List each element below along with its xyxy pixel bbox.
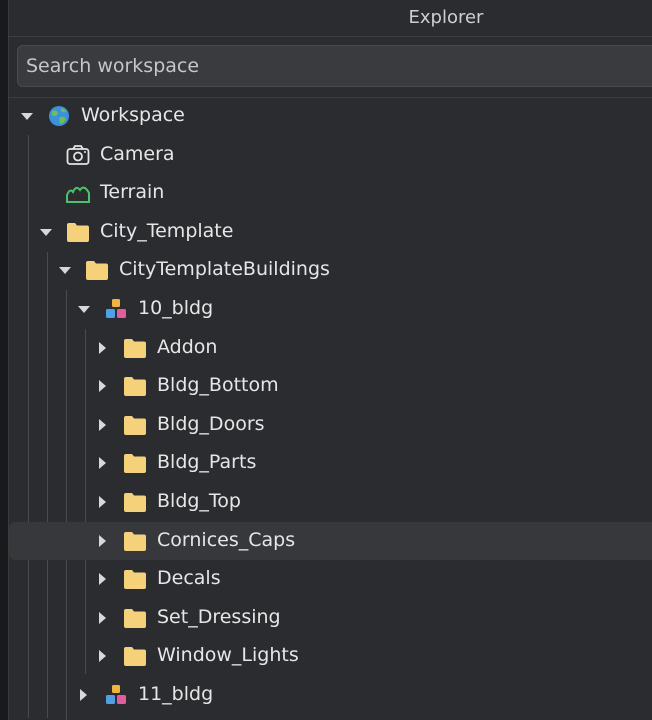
tree-item[interactable]: Set_Dressing	[9, 599, 652, 637]
tree-item[interactable]: Bldg_Top	[9, 483, 652, 521]
search-input[interactable]: Search workspace	[17, 45, 652, 87]
tree-item-label: CityTemplateBuildings	[119, 258, 330, 281]
folder-icon	[123, 452, 147, 474]
tree-item-label: Addon	[157, 335, 218, 358]
folder-icon	[123, 568, 147, 590]
tree-item[interactable]: Decals	[9, 560, 652, 598]
tree-item-label: Camera	[100, 142, 175, 165]
chevron-right-icon[interactable]	[99, 341, 106, 354]
tree-item[interactable]: Camera	[9, 136, 652, 174]
chevron-right-icon[interactable]	[99, 457, 106, 470]
chevron-right-icon[interactable]	[99, 534, 106, 547]
tree-item[interactable]: Addon	[9, 329, 652, 367]
tree-item[interactable]: Terrain	[9, 174, 652, 212]
tree-item[interactable]: 11_bldg	[9, 676, 652, 714]
tree-item-label: Workspace	[81, 104, 185, 126]
chevron-right-icon[interactable]	[99, 611, 106, 624]
tree-item-label: Decals	[157, 567, 221, 590]
folder-icon	[123, 337, 147, 359]
camera-icon	[66, 144, 90, 166]
tree-item-label: Bldg_Parts	[157, 451, 257, 474]
folder-icon	[123, 375, 147, 397]
globe-icon	[47, 105, 71, 127]
folder-icon	[123, 491, 147, 513]
chevron-right-icon[interactable]	[99, 496, 106, 508]
terrain-icon	[66, 182, 90, 204]
tree-item-label: Bldg_Top	[157, 490, 241, 512]
folder-icon	[66, 221, 90, 243]
tree-item-label: City_Template	[100, 219, 234, 242]
search-placeholder: Search workspace	[26, 55, 200, 77]
chevron-down-icon[interactable]	[21, 113, 33, 120]
tree-item-label: Window_Lights	[157, 644, 299, 667]
tree-item-label: Bldg_Doors	[157, 412, 265, 435]
folder-icon	[123, 530, 147, 552]
chevron-right-icon[interactable]	[99, 650, 106, 663]
tree-item-label: Set_Dressing	[157, 605, 281, 628]
model-icon	[104, 298, 128, 320]
folder-icon	[123, 645, 147, 667]
folder-icon	[123, 414, 147, 436]
tree-item[interactable]: 10_bldg	[9, 290, 652, 328]
tree-item[interactable]: Window_Lights	[9, 637, 652, 675]
explorer-tree: Workspace Camera Terrain City_Template CityT…	[9, 97, 652, 720]
folder-icon	[85, 259, 109, 281]
tree-item-label: 10_bldg	[138, 297, 214, 319]
chevron-right-icon[interactable]	[99, 380, 106, 393]
tree-item[interactable]: Bldg_Bottom	[9, 367, 652, 405]
explorer-panel: Explorer Search workspace Workspace Camer…	[8, 0, 652, 720]
tree-item[interactable]: CityTemplateBuildings	[9, 251, 652, 289]
tree-item-label: Cornices_Caps	[157, 528, 296, 551]
chevron-down-icon[interactable]	[78, 306, 90, 313]
chevron-right-icon[interactable]	[80, 689, 87, 701]
tree-item[interactable]: Cornices_Caps	[9, 521, 652, 560]
tree-item[interactable]: Workspace	[9, 97, 652, 135]
panel-title: Explorer	[408, 7, 484, 28]
tree-item[interactable]: Bldg_Doors	[9, 406, 652, 444]
chevron-down-icon[interactable]	[59, 267, 71, 275]
tree-item-label: 11_bldg	[138, 683, 214, 705]
chevron-right-icon[interactable]	[99, 573, 106, 586]
chevron-down-icon[interactable]	[40, 228, 52, 236]
tree-item[interactable]: City_Template	[9, 213, 652, 251]
model-icon	[104, 684, 128, 706]
chevron-right-icon[interactable]	[99, 418, 106, 431]
folder-icon	[123, 607, 147, 629]
tree-item-label: Terrain	[100, 181, 165, 204]
tree-item-label: Bldg_Bottom	[157, 374, 279, 397]
explorer-titlebar: Explorer	[9, 0, 652, 37]
tree-item[interactable]: Bldg_Parts	[9, 444, 652, 482]
